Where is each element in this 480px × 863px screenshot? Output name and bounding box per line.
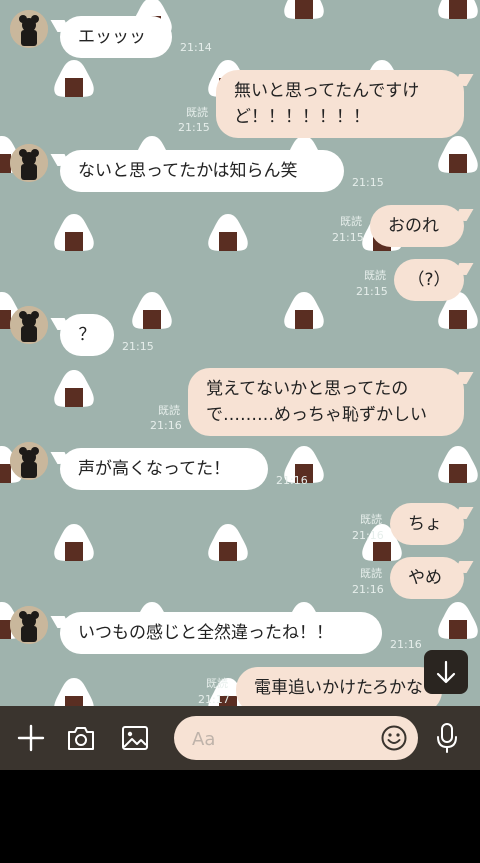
message-time: 21:16 <box>150 419 182 432</box>
arrow-down-icon <box>436 660 456 684</box>
onigiri-pattern-icon <box>52 368 96 408</box>
avatar[interactable] <box>10 10 48 48</box>
avatar[interactable] <box>10 144 48 182</box>
bear-figure-avatar-icon <box>10 306 48 344</box>
message-time: 21:17 <box>198 693 230 706</box>
bear-figure-avatar-icon <box>10 144 48 182</box>
read-receipt: 既読 <box>186 106 208 119</box>
bear-figure-avatar-icon <box>10 606 48 644</box>
read-receipt: 既読 <box>364 269 386 282</box>
read-receipt: 既読 <box>360 513 382 526</box>
message-time: 21:16 <box>276 474 308 487</box>
message-bubble[interactable]: エッッッ <box>60 16 172 58</box>
emoji-icon[interactable] <box>380 724 408 752</box>
bear-figure-avatar-icon <box>10 10 48 48</box>
avatar[interactable] <box>10 306 48 344</box>
onigiri-pattern-icon <box>436 600 480 640</box>
onigiri-pattern-icon <box>52 212 96 252</box>
message-time: 21:16 <box>352 529 384 542</box>
onigiri-pattern-icon <box>52 58 96 98</box>
onigiri-pattern-icon <box>282 0 326 20</box>
onigiri-pattern-icon <box>436 0 480 20</box>
message-line: で………めっちゃ恥ずかしい <box>206 405 427 425</box>
message-bubble[interactable]: 電車追いかけたろかな <box>236 667 442 706</box>
message-bubble[interactable]: （?） <box>394 259 464 301</box>
onigiri-pattern-icon <box>282 290 326 330</box>
read-receipt: 既読 <box>206 677 228 690</box>
onigiri-pattern-icon <box>206 212 250 252</box>
camera-icon[interactable] <box>66 723 96 753</box>
message-bubble[interactable]: 声が高くなってた！ <box>60 448 268 490</box>
message-time: 21:15 <box>178 121 210 134</box>
message-time: 21:15 <box>356 285 388 298</box>
read-receipt: 既読 <box>158 404 180 417</box>
message-time: 21:14 <box>180 41 212 54</box>
scroll-to-bottom-button[interactable] <box>424 650 468 694</box>
onigiri-pattern-icon <box>52 676 96 706</box>
message-input[interactable] <box>190 716 384 762</box>
message-bubble[interactable]: いつもの感じと全然違ったね！！ <box>60 612 382 654</box>
onigiri-pattern-icon <box>130 290 174 330</box>
bear-figure-avatar-icon <box>10 442 48 480</box>
avatar[interactable] <box>10 606 48 644</box>
onigiri-pattern-icon <box>52 522 96 562</box>
message-time: 21:16 <box>352 583 384 596</box>
message-bubble[interactable]: やめ <box>390 557 464 599</box>
message-bubble[interactable]: ちょ <box>390 503 464 545</box>
message-bubble[interactable]: ？ <box>60 314 114 356</box>
plus-icon[interactable] <box>16 723 46 753</box>
image-icon[interactable] <box>120 723 150 753</box>
onigiri-pattern-icon <box>206 522 250 562</box>
onigiri-pattern-icon <box>436 444 480 484</box>
chat-area[interactable]: エッッッ 21:14 無いと思ってたんですけ ど！！！！！！！ 既読 21:15… <box>0 0 480 706</box>
message-time: 21:16 <box>390 638 422 651</box>
message-time: 21:15 <box>352 176 384 189</box>
home-indicator-area <box>0 770 480 863</box>
message-time: 21:15 <box>332 231 364 244</box>
message-input-container <box>174 716 418 762</box>
avatar[interactable] <box>10 442 48 480</box>
message-line: ど！！！！！！！ <box>234 107 370 127</box>
message-bubble[interactable]: 覚えてないかと思ってたの で………めっちゃ恥ずかしい <box>188 368 464 436</box>
microphone-icon[interactable] <box>432 721 462 755</box>
chat-screen: エッッッ 21:14 無いと思ってたんですけ ど！！！！！！！ 既読 21:15… <box>0 0 480 863</box>
read-receipt: 既読 <box>360 567 382 580</box>
message-bubble[interactable]: おのれ <box>370 205 464 247</box>
message-time: 21:15 <box>122 340 154 353</box>
message-line: 無いと思ってたんですけ <box>234 81 420 101</box>
message-bubble[interactable]: ないと思ってたかは知らん笑 <box>60 150 344 192</box>
onigiri-pattern-icon <box>436 134 480 174</box>
message-line: 覚えてないかと思ってたの <box>206 379 409 399</box>
message-bubble[interactable]: 無いと思ってたんですけ ど！！！！！！！ <box>216 70 464 138</box>
read-receipt: 既読 <box>340 215 362 228</box>
